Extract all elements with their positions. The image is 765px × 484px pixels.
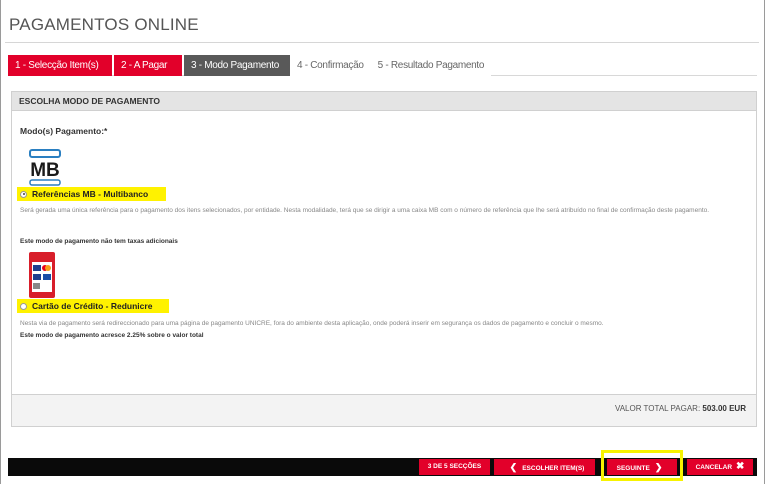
title-divider [5,42,759,43]
option-multibanco[interactable]: Referências MB - Multibanco [17,187,166,201]
total-amount: VALOR TOTAL PAGAR: 503.00 EUR [615,404,746,413]
step-selection[interactable]: 1 - Selecção Item(s) [8,55,112,76]
choose-items-label: ESCOLHER ITEM(S) [522,465,585,472]
credit-card-description: Nesta via de pagamento será redirecciona… [20,320,604,327]
sections-counter-button[interactable]: 3 DE 5 SECÇÕES [419,459,490,475]
step-confirmation: 4 - Confirmação [290,55,371,76]
chevron-right-icon: ❯ [654,462,663,472]
close-icon: ✖ [736,461,745,472]
panel-body: Modo(s) Pagamento:* MB Referências MB - … [12,111,756,395]
next-label: SEGUINTE [616,465,650,472]
panel-heading: ESCOLHA MODO DE PAGAMENTO [12,92,756,111]
step-payment-result: 5 - Resultado Pagamento [370,55,492,76]
credit-card-fee-note: Este modo de pagamento acresce 2.25% sob… [20,332,204,339]
chevron-left-icon: ❮ [509,462,518,472]
payment-mode-panel: ESCOLHA MODO DE PAGAMENTO Modo(s) Pagame… [11,91,757,427]
total-value: 503.00 EUR [702,404,746,413]
step-navigation: 1 - Selecção Item(s) 2 - A Pagar 3 - Mod… [8,55,757,76]
choose-items-button[interactable]: ❮ ESCOLHER ITEM(S) [494,459,595,475]
option-credit-card-label: Cartão de Crédito - Redunicre [32,301,153,311]
svg-text:MB: MB [30,160,60,181]
payment-mode-field-label: Modo(s) Pagamento:* [20,126,108,136]
cancel-label: CANCELAR [695,464,733,471]
option-multibanco-label: Referências MB - Multibanco [32,189,149,199]
option-credit-card[interactable]: Cartão de Crédito - Redunicre [17,299,169,313]
multibanco-logo-icon: MB [29,149,61,186]
multibanco-radio[interactable] [20,190,27,198]
step-payment-mode[interactable]: 3 - Modo Pagamento [184,55,290,76]
next-button[interactable]: SEGUINTE ❯ [607,459,677,475]
credit-card-logo-icon [29,252,55,298]
multibanco-fee-note: Este modo de pagamento não tem taxas adi… [20,238,178,245]
cancel-button[interactable]: CANCELAR ✖ [687,459,753,475]
multibanco-description: Será gerada uma única referência para o … [20,207,710,214]
credit-card-radio[interactable] [20,302,27,310]
total-label: VALOR TOTAL PAGAR: [614,404,701,413]
page-title: PAGAMENTOS ONLINE [9,15,199,34]
step-to-pay[interactable]: 2 - A Pagar [114,55,182,76]
